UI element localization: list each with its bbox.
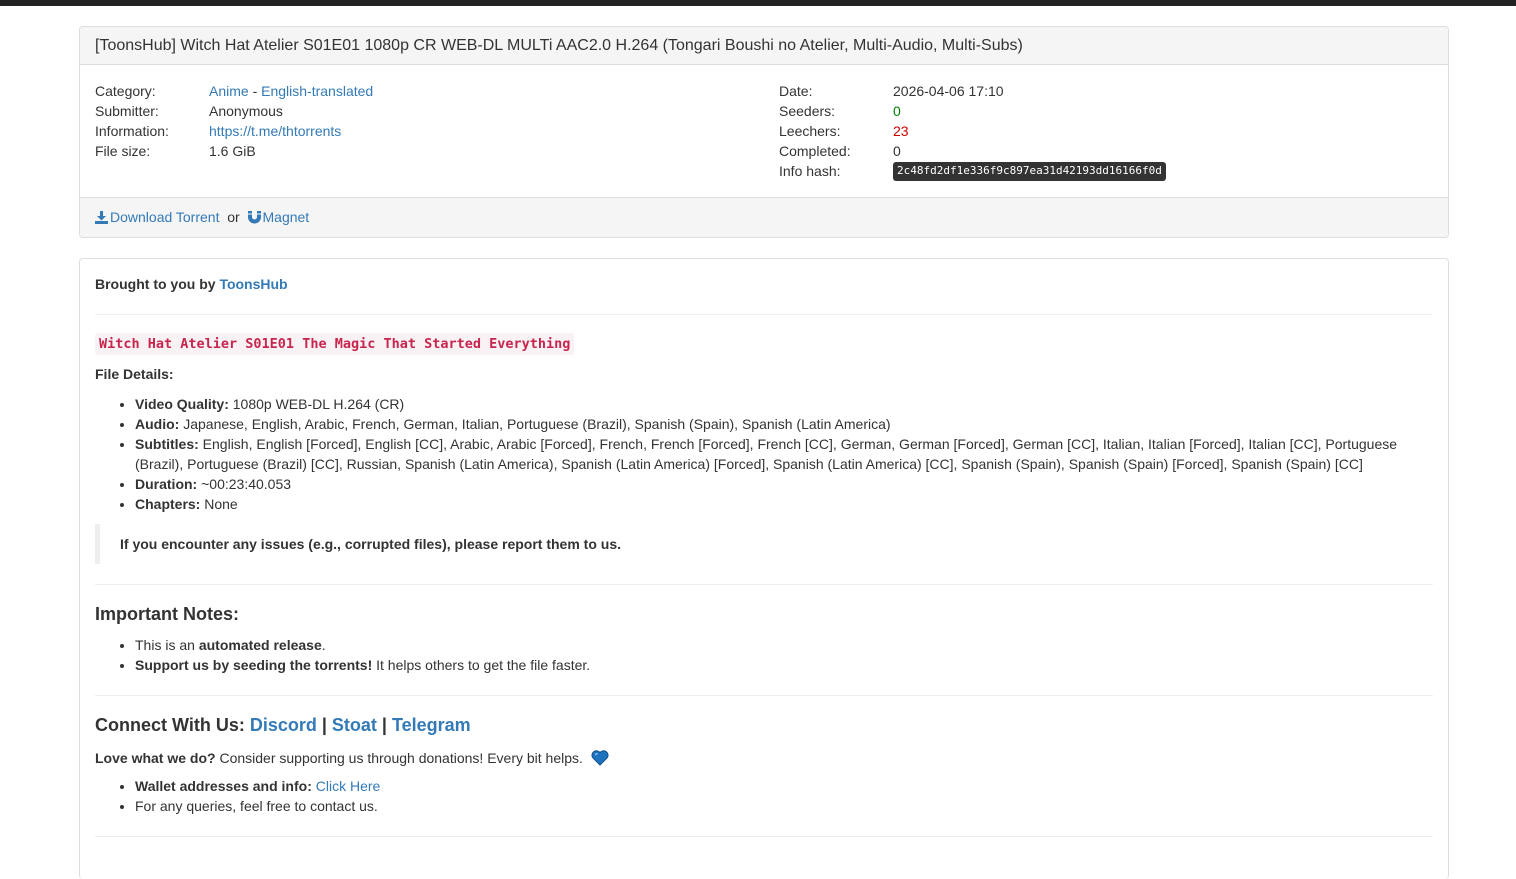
list-item: Wallet addresses and info: Click Here (135, 776, 1433, 796)
detail-key: Audio: (135, 416, 180, 432)
information-link[interactable]: https://t.me/thtorrents (209, 121, 341, 141)
detail-value: ~00:23:40.053 (197, 476, 292, 492)
download-icon (95, 211, 108, 227)
detail-item: Duration: ~00:23:40.053 (135, 474, 1433, 494)
info-hash-label: Info hash: (779, 163, 841, 179)
divider (95, 314, 1433, 315)
date-row: Date: 2026-04-06 17:10 (779, 81, 1166, 101)
support-list: Wallet addresses and info: Click Here Fo… (95, 776, 1433, 816)
leechers-row: Leechers: 23 (779, 121, 1166, 141)
detail-value: Japanese, English, Arabic, French, Germa… (179, 416, 891, 432)
connect-separator: | (316, 715, 332, 735)
magnet-link[interactable]: Magnet (244, 209, 310, 227)
completed-row: Completed: 0 (779, 141, 1166, 161)
download-torrent-link[interactable]: Download Torrent (95, 209, 223, 225)
brought-by-text: Brought to you by (95, 276, 216, 292)
seeders-row: Seeders: 0 (779, 101, 1166, 121)
detail-value: None (200, 496, 238, 512)
list-item: This is an automated release. (135, 635, 1433, 655)
divider (95, 695, 1433, 696)
leechers-label: Leechers: (779, 123, 841, 139)
wallet-link[interactable]: Click Here (316, 778, 381, 794)
date-label: Date: (779, 83, 813, 99)
list-item: For any queries, feel free to contact us… (135, 796, 1433, 816)
detail-item: Audio: Japanese, English, Arabic, French… (135, 414, 1433, 434)
love-text: Consider supporting us through donations… (215, 750, 583, 766)
connect-separator: | (376, 715, 392, 735)
file-details-list: Video Quality: 1080p WEB-DL H.264 (CR)Au… (95, 394, 1433, 514)
file-size-row: File size: 1.6 GiB (95, 141, 373, 161)
note-text: It helps others to get the file faster. (372, 657, 591, 673)
submitter-value: Anonymous (209, 103, 283, 119)
list-item: Support us by seeding the torrents! It h… (135, 655, 1433, 675)
torrent-title: [ToonsHub] Witch Hat Atelier S01E01 1080… (80, 27, 1448, 65)
episode-title: Witch Hat Atelier S01E01 The Magic That … (95, 333, 575, 355)
file-details-heading: File Details: (95, 366, 174, 382)
seeders-value: 0 (893, 103, 901, 119)
discord-link[interactable]: Discord (250, 715, 317, 735)
note-text: . (321, 637, 326, 653)
completed-label: Completed: (779, 143, 851, 159)
category-separator: - (248, 83, 262, 99)
information-label: Information: (95, 123, 169, 139)
seeders-label: Seeders: (779, 103, 836, 119)
category-label: Category: (95, 83, 156, 99)
torrent-info-body: Category: Anime - English-translated Sub… (80, 65, 1448, 196)
torrent-info-panel: [ToonsHub] Witch Hat Atelier S01E01 1080… (79, 26, 1449, 238)
detail-value: English, English [Forced], English [CC],… (135, 436, 1398, 472)
brought-by-line: Brought to you by ToonsHub (95, 276, 288, 292)
file-size-value: 1.6 GiB (209, 143, 256, 159)
info-right-column: Date: 2026-04-06 17:10 Seeders: 0 Leeche… (779, 81, 1166, 181)
magnet-icon (247, 211, 261, 227)
detail-item: Subtitles: English, English [Forced], En… (135, 434, 1433, 474)
category-sub-link[interactable]: English-translated (261, 83, 373, 99)
file-size-label: File size: (95, 143, 151, 159)
important-notes-heading: Important Notes: (95, 604, 239, 624)
love-bold: Love what we do? (95, 750, 216, 766)
category-main-link[interactable]: Anime (209, 83, 249, 99)
info-hash-value[interactable]: 2c48fd2df1e336f9c897ea31d42193dd16166f0d (893, 162, 1166, 181)
detail-key: Duration: (135, 476, 198, 492)
detail-key: Chapters: (135, 496, 201, 512)
category-row: Category: Anime - English-translated (95, 81, 373, 101)
note-bold: Support us by seeding the torrents! (135, 657, 373, 673)
submitter-row: Submitter: Anonymous (95, 101, 373, 121)
or-text: or (223, 209, 244, 225)
detail-value: 1080p WEB-DL H.264 (CR) (228, 396, 405, 412)
date-value: 2026-04-06 17:10 (893, 83, 1004, 99)
completed-value: 0 (893, 143, 901, 159)
heart-icon (591, 750, 609, 771)
wallet-label: Wallet addresses and info: (135, 778, 312, 794)
detail-item: Chapters: None (135, 494, 1433, 514)
important-notes-list: This is an automated release. Support us… (95, 635, 1433, 675)
connect-heading-text: Connect With Us: (95, 715, 250, 735)
issues-blockquote: If you encounter any issues (e.g., corru… (95, 524, 895, 564)
magnet-label: Magnet (262, 209, 310, 225)
info-hash-row: Info hash: 2c48fd2df1e336f9c897ea31d4219… (779, 161, 1166, 181)
detail-key: Subtitles: (135, 436, 199, 452)
toonshub-link[interactable]: ToonsHub (219, 276, 287, 292)
info-left-column: Category: Anime - English-translated Sub… (95, 81, 373, 161)
divider (95, 584, 1433, 585)
detail-key: Video Quality: (135, 396, 229, 412)
information-row: Information: https://t.me/thtorrents (95, 121, 373, 141)
connect-heading: Connect With Us: Discord | Stoat | Teleg… (95, 715, 471, 736)
telegram-link[interactable]: Telegram (392, 715, 471, 735)
stoat-link[interactable]: Stoat (332, 715, 377, 735)
torrent-actions-footer: Download Torrent or Magnet (80, 197, 1448, 237)
note-text: This is an (135, 637, 199, 653)
donation-line: Love what we do? Consider supporting us … (95, 748, 609, 771)
leechers-value: 23 (893, 123, 909, 139)
download-torrent-label: Download Torrent (110, 209, 220, 225)
divider (95, 836, 1433, 837)
note-bold: automated release (198, 637, 322, 653)
detail-item: Video Quality: 1080p WEB-DL H.264 (CR) (135, 394, 1433, 414)
submitter-label: Submitter: (95, 103, 159, 119)
description-panel: Brought to you by ToonsHub Witch Hat Ate… (79, 258, 1449, 879)
